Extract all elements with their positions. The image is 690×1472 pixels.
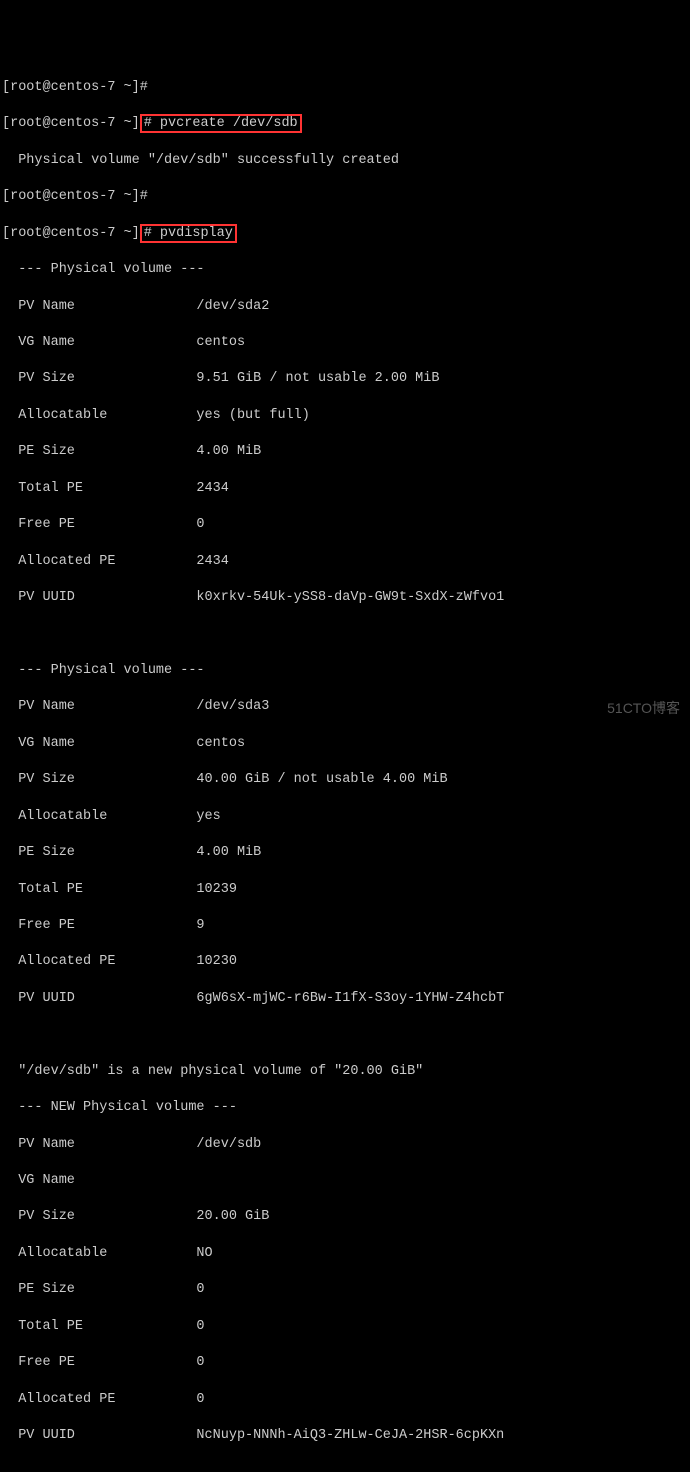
output-line: Allocated PE 2434 [2,553,688,571]
output-line: Total PE 2434 [2,480,688,498]
output-line: --- Physical volume --- [2,261,688,279]
terminal-line[interactable]: [root@centos-7 ~]# pvcreate /dev/sdb [2,115,688,133]
output-line: Allocatable yes (but full) [2,407,688,425]
output-line: VG Name centos [2,334,688,352]
output-line: PV Name /dev/sda2 [2,298,688,316]
terminal-line[interactable]: [root@centos-7 ~]# pvdisplay [2,225,688,243]
shell-prompt: [root@centos-7 ~] [2,226,140,241]
output-line: PV Name /dev/sda3 [2,698,688,716]
shell-prompt: [root@centos-7 ~]# [2,189,148,204]
output-line: PE Size 4.00 MiB [2,844,688,862]
highlighted-command: # pvdisplay [140,224,237,243]
output-line: PV UUID NcNuyp-NNNh-AiQ3-ZHLw-CeJA-2HSR-… [2,1427,688,1445]
terminal-line[interactable]: [root@centos-7 ~]# [2,188,688,206]
output-line: Free PE 0 [2,516,688,534]
output-line: PV Size 40.00 GiB / not usable 4.00 MiB [2,771,688,789]
output-line: --- NEW Physical volume --- [2,1099,688,1117]
shell-prompt: [root@centos-7 ~] [2,116,140,131]
output-line: "/dev/sdb" is a new physical volume of "… [2,1063,688,1081]
output-line: PE Size 0 [2,1281,688,1299]
output-line: PE Size 4.00 MiB [2,443,688,461]
output-line: Total PE 10239 [2,881,688,899]
output-line: PV Size 9.51 GiB / not usable 2.00 MiB [2,370,688,388]
output-line: PV UUID k0xrkv-54Uk-ySS8-daVp-GW9t-SxdX-… [2,589,688,607]
output-line: Free PE 9 [2,917,688,935]
output-line: Allocatable yes [2,808,688,826]
output-line: Allocated PE 10230 [2,953,688,971]
output-line: PV Size 20.00 GiB [2,1208,688,1226]
output-line: Physical volume "/dev/sdb" successfully … [2,152,688,170]
output-line: Free PE 0 [2,1354,688,1372]
output-line [2,1464,688,1472]
output-line: VG Name centos [2,735,688,753]
output-line [2,625,688,643]
output-line: PV UUID 6gW6sX-mjWC-r6Bw-I1fX-S3oy-1YHW-… [2,990,688,1008]
output-line: PV Name /dev/sdb [2,1136,688,1154]
shell-prompt: [root@centos-7 ~]# [2,80,148,95]
watermark-text: 51CTO博客 [607,699,680,718]
terminal-line[interactable]: [root@centos-7 ~]# [2,79,688,97]
output-line: --- Physical volume --- [2,662,688,680]
output-line: Allocatable NO [2,1245,688,1263]
highlighted-command: # pvcreate /dev/sdb [140,114,302,133]
output-line: Allocated PE 0 [2,1391,688,1409]
output-line [2,1026,688,1044]
output-line: Total PE 0 [2,1318,688,1336]
output-line: VG Name [2,1172,688,1190]
